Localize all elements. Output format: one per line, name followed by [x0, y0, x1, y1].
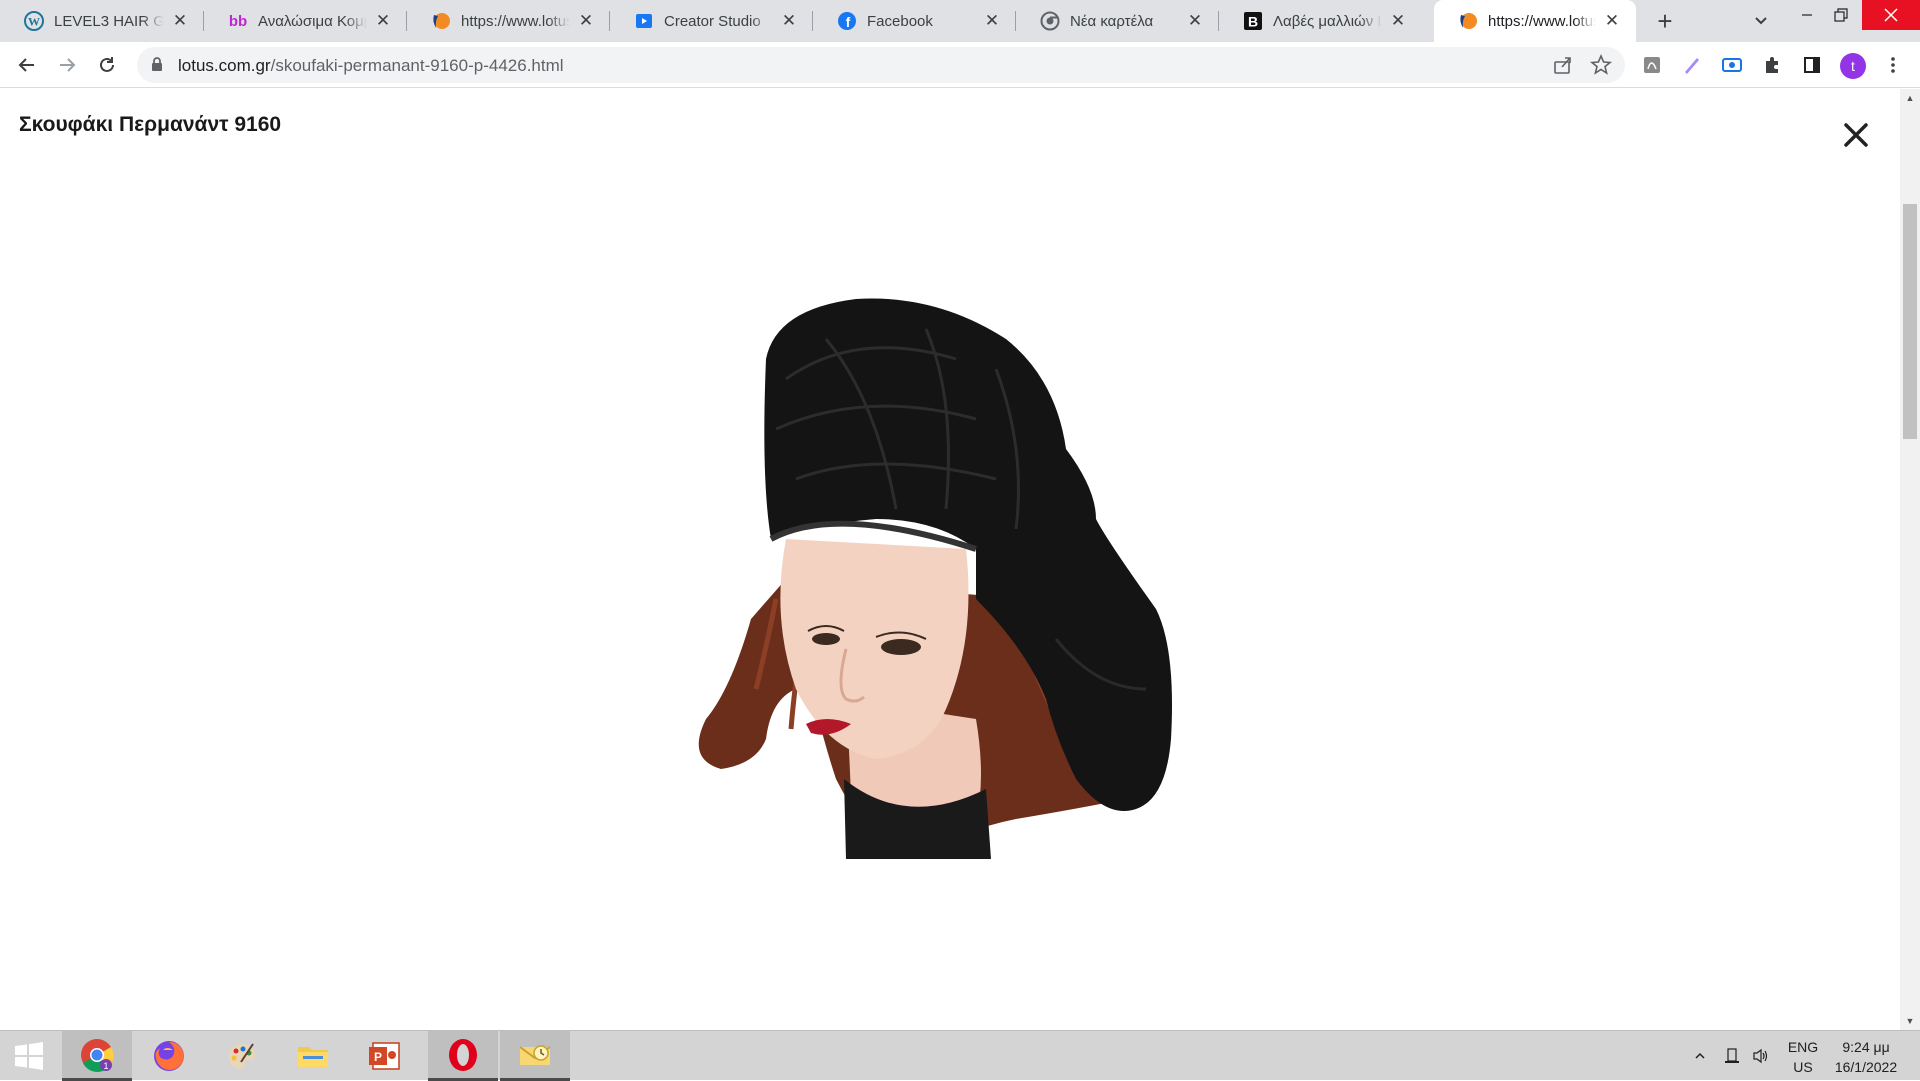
reload-icon[interactable]	[91, 49, 123, 81]
close-tab-icon[interactable]: ✕	[982, 11, 1002, 31]
wordpress-icon: W	[24, 11, 44, 31]
page-scrollbar[interactable]: ▲ ▼	[1900, 89, 1920, 1030]
close-tab-icon[interactable]: ✕	[170, 11, 190, 31]
kebab-menu-icon[interactable]	[1877, 49, 1909, 81]
screen-capture-extension-icon[interactable]	[1716, 49, 1748, 81]
url-text[interactable]: lotus.com.gr/skoufaki-permanant-9160-p-4…	[178, 56, 564, 76]
taskbar-chrome-icon[interactable]: 1	[62, 1031, 132, 1081]
svg-text:P: P	[374, 1050, 382, 1064]
close-window-icon[interactable]	[1862, 0, 1920, 30]
tab-title: Facebook	[867, 12, 933, 30]
forward-arrow-icon[interactable]	[51, 49, 83, 81]
scroll-down-arrow-icon[interactable]: ▼	[1900, 1012, 1920, 1030]
taskbar-file-explorer-icon[interactable]	[278, 1031, 348, 1081]
windows-taskbar: 1 P ENG US 9:24 μμ 16/1/2022	[0, 1030, 1920, 1081]
tab-title: Λαβές μαλλιών L3	[1273, 12, 1382, 30]
tab-strip: W LEVEL3 HAIR GRIP ✕ bb Αναλώσιμα Κομμ ✕…	[0, 0, 1920, 42]
url-path: /skoufaki-permanant-9160-p-4426.html	[270, 56, 564, 75]
chrome-icon	[1040, 11, 1060, 31]
clock-time: 9:24 μμ	[1842, 1039, 1890, 1055]
close-tab-icon[interactable]: ✕	[1602, 11, 1622, 31]
svg-text:bb: bb	[229, 13, 247, 30]
svg-text:f: f	[846, 14, 851, 30]
bookmark-star-icon[interactable]	[1589, 53, 1613, 82]
tab-lotus-1[interactable]: https://www.lotus. ✕	[407, 0, 610, 42]
taskbar-powerpoint-icon[interactable]: P	[350, 1031, 420, 1081]
input-language-indicator[interactable]: ENG US	[1778, 1037, 1828, 1077]
creator-studio-icon	[634, 11, 654, 31]
close-tab-icon[interactable]: ✕	[576, 11, 596, 31]
svg-text:W: W	[28, 15, 40, 29]
close-tab-icon[interactable]: ✕	[1388, 11, 1408, 31]
pen-extension-icon[interactable]	[1676, 49, 1708, 81]
tab-title: Creator Studio	[664, 12, 761, 30]
tab-lotus-active[interactable]: https://www.lotus. ✕	[1434, 0, 1636, 42]
side-panel-icon[interactable]	[1796, 49, 1828, 81]
taskbar-paint-icon[interactable]	[206, 1031, 276, 1081]
restore-icon[interactable]	[1818, 0, 1864, 30]
facebook-icon: f	[837, 11, 857, 31]
scrollbar-thumb[interactable]	[1903, 204, 1917, 439]
taskbar-opera-icon[interactable]	[428, 1031, 498, 1081]
taskbar-firefox-icon[interactable]	[134, 1031, 204, 1081]
tab-title: Αναλώσιμα Κομμ	[258, 12, 367, 30]
tab-title: LEVEL3 HAIR GRIP	[54, 12, 164, 30]
scroll-up-arrow-icon[interactable]: ▲	[1900, 89, 1920, 107]
bb-icon: bb	[228, 11, 248, 31]
tab-laves-mallion[interactable]: B Λαβές μαλλιών L3 ✕	[1219, 0, 1422, 42]
taskbar-outlook-icon[interactable]	[500, 1031, 570, 1081]
tab-title: Νέα καρτέλα	[1070, 12, 1154, 30]
chrome-badge: 1	[103, 1061, 108, 1071]
tab-title: https://www.lotus.	[461, 12, 570, 30]
tab-level3-hair-grip[interactable]: W LEVEL3 HAIR GRIP ✕	[0, 0, 204, 42]
product-image	[676, 219, 1236, 859]
network-icon[interactable]	[1720, 1031, 1744, 1081]
url-host: lotus.com.gr	[178, 56, 271, 75]
tab-title: https://www.lotus.	[1488, 12, 1596, 30]
language-region: US	[1793, 1059, 1813, 1075]
product-title: Σκουφάκι Περμανάντ 9160	[19, 113, 282, 136]
extensions-puzzle-icon[interactable]	[1756, 49, 1788, 81]
clock-date: 16/1/2022	[1834, 1059, 1898, 1075]
lock-icon[interactable]	[151, 57, 163, 77]
tab-new-tab[interactable]: Νέα καρτέλα ✕	[1016, 0, 1219, 42]
close-modal-icon[interactable]	[1840, 119, 1872, 151]
close-tab-icon[interactable]: ✕	[373, 11, 393, 31]
windows-start-icon[interactable]	[0, 1031, 58, 1081]
product-image-modal: Σκουφάκι Περμανάντ 9160	[0, 89, 1900, 1030]
close-tab-icon[interactable]: ✕	[1185, 11, 1205, 31]
lotus-icon	[431, 11, 451, 31]
address-bar[interactable]: lotus.com.gr/skoufaki-permanant-9160-p-4…	[137, 47, 1625, 83]
tab-facebook[interactable]: f Facebook ✕	[813, 0, 1016, 42]
tab-creator-studio[interactable]: Creator Studio ✕	[610, 0, 813, 42]
tray-overflow-chevron-icon[interactable]	[1688, 1031, 1712, 1081]
taskbar-clock[interactable]: 9:24 μμ 16/1/2022	[1826, 1037, 1906, 1077]
pdf-extension-icon[interactable]	[1636, 49, 1668, 81]
tab-analosima[interactable]: bb Αναλώσιμα Κομμ ✕	[204, 0, 407, 42]
back-arrow-icon[interactable]	[11, 49, 43, 81]
tab-search-chevron-icon[interactable]	[1748, 8, 1774, 34]
volume-icon[interactable]	[1748, 1031, 1774, 1081]
browser-toolbar: lotus.com.gr/skoufaki-permanant-9160-p-4…	[0, 42, 1920, 88]
profile-avatar[interactable]: t	[1840, 53, 1866, 79]
language-code: ENG	[1787, 1039, 1819, 1055]
close-tab-icon[interactable]: ✕	[779, 11, 799, 31]
b-icon: B	[1243, 11, 1263, 31]
lotus-icon	[1458, 11, 1478, 31]
new-tab-button[interactable]: +	[1650, 6, 1680, 36]
share-icon[interactable]	[1551, 53, 1575, 82]
svg-text:B: B	[1248, 14, 1258, 30]
